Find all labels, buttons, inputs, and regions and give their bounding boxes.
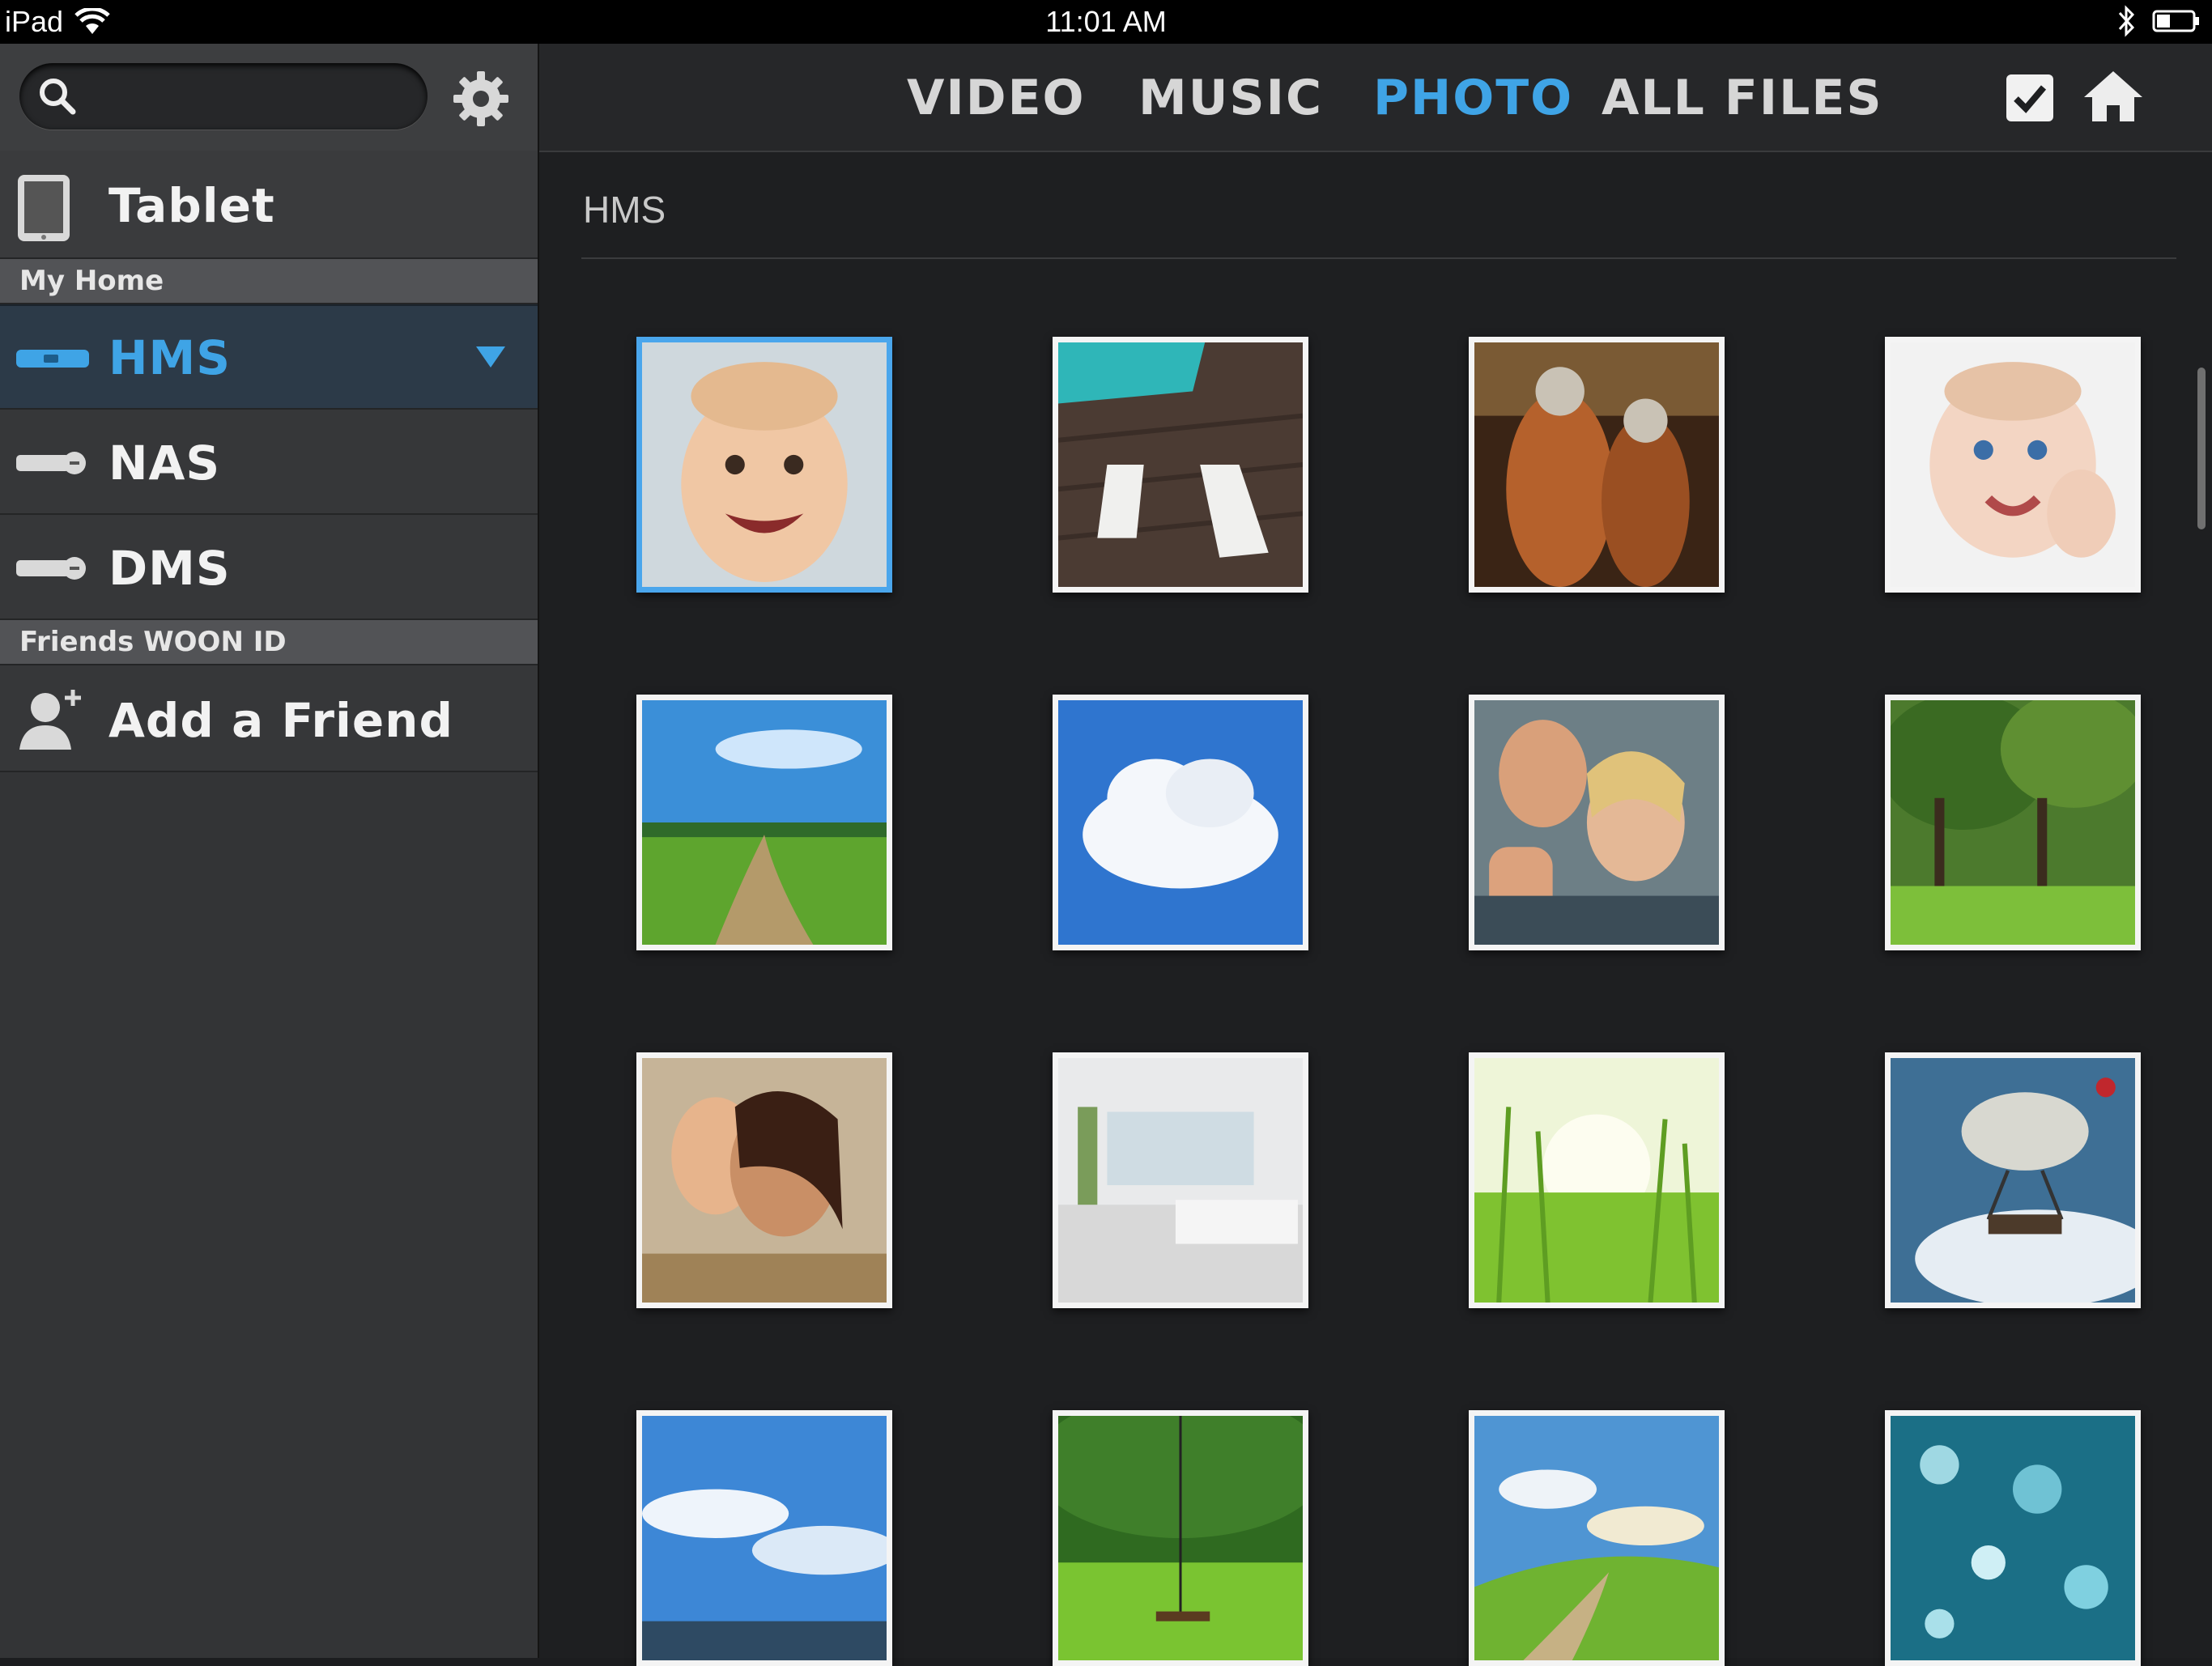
top-nav: VIDEO MUSIC PHOTO ALL FILES xyxy=(539,44,2212,152)
sidebar-item-label: HMS xyxy=(108,330,232,385)
checkmark-icon xyxy=(2014,85,2047,113)
bluetooth-icon xyxy=(2118,5,2135,37)
photo-thumbnail[interactable] xyxy=(1469,695,1725,950)
section-header-friends: Friends WOON ID xyxy=(0,620,538,665)
laughing-women-photo xyxy=(642,1058,887,1303)
photo-thumbnail[interactable] xyxy=(1469,1052,1725,1308)
search-icon xyxy=(40,79,76,115)
hills-path-photo xyxy=(1474,1416,1719,1660)
battery-icon xyxy=(2152,10,2199,32)
breadcrumb: HMS xyxy=(583,189,666,231)
photo-thumbnail[interactable] xyxy=(636,1052,892,1308)
sunlit-grass-photo xyxy=(1474,1058,1719,1303)
photo-thumbnail[interactable] xyxy=(1053,695,1308,950)
photo-thumbnail[interactable] xyxy=(1885,695,2141,950)
select-checkbox-icon[interactable] xyxy=(2006,74,2053,121)
firefighters-photo xyxy=(1474,342,1719,587)
sidebar-item-label: NAS xyxy=(108,436,221,491)
sidebar-item-label: DMS xyxy=(108,541,231,596)
sidebar-item-label: Add a Friend xyxy=(108,693,453,748)
server-device-icon xyxy=(16,350,89,368)
field-path-photo xyxy=(642,700,887,945)
server-link-icon xyxy=(16,452,86,474)
search-input[interactable] xyxy=(19,63,428,130)
tab-music[interactable]: MUSIC xyxy=(1138,70,1323,126)
baby-photo xyxy=(642,342,887,587)
add-friend-button[interactable]: Add a Friend xyxy=(0,665,538,772)
tab-photo[interactable]: PHOTO xyxy=(1373,70,1573,126)
photo-thumbnail[interactable] xyxy=(636,337,892,593)
tab-all-files[interactable]: ALL FILES xyxy=(1602,70,1883,126)
sidebar-item-tablet[interactable]: Tablet xyxy=(0,151,538,259)
expand-caret-icon[interactable] xyxy=(476,346,505,368)
photo-thumbnail[interactable] xyxy=(1885,337,2141,593)
status-time: 11:01 AM xyxy=(1045,5,1167,38)
status-bar: iPad 11:01 AM xyxy=(0,0,2212,44)
baby-cheek-photo xyxy=(1891,342,2135,587)
photo-thumbnail[interactable] xyxy=(1053,1052,1308,1308)
sidebar-toolbar xyxy=(0,44,538,152)
park-trees-photo xyxy=(1891,700,2135,945)
airship-photo xyxy=(1891,1058,2135,1303)
sidebar-item-label: Tablet xyxy=(108,178,275,233)
tab-video[interactable]: VIDEO xyxy=(907,70,1086,126)
cloud-photo xyxy=(1058,700,1303,945)
photo-thumbnail[interactable] xyxy=(636,1410,892,1666)
main-panel: VIDEO MUSIC PHOTO ALL FILES HMS xyxy=(539,44,2212,1666)
blue-bokeh-photo xyxy=(1891,1416,2135,1660)
sidebar-item-nas[interactable]: NAS xyxy=(0,410,538,515)
settings-gear-icon[interactable] xyxy=(450,68,512,130)
sidebar-item-dms[interactable]: DMS xyxy=(0,515,538,620)
living-room-photo xyxy=(1058,1058,1303,1303)
photo-thumbnail[interactable] xyxy=(1885,1410,2141,1666)
stadium-sky-photo xyxy=(642,1416,887,1660)
photo-thumbnail[interactable] xyxy=(1053,337,1308,593)
tablet-icon xyxy=(18,175,70,241)
server-link-icon xyxy=(16,557,86,580)
photo-thumbnail[interactable] xyxy=(636,695,892,950)
photo-thumbnail[interactable] xyxy=(1469,337,1725,593)
sidebar-item-hms[interactable]: HMS xyxy=(0,304,538,410)
divider xyxy=(581,257,2176,259)
pool-deck-photo xyxy=(1058,342,1303,587)
photo-thumbnail[interactable] xyxy=(1885,1052,2141,1308)
section-header-my-home: My Home xyxy=(0,259,538,304)
home-icon[interactable] xyxy=(2082,68,2144,125)
scrollbar[interactable] xyxy=(2197,368,2206,529)
friends-photo xyxy=(1474,700,1719,945)
garden-swing-photo xyxy=(1058,1416,1303,1660)
sidebar: Tablet My Home HMS NAS DMS Friends WOON … xyxy=(0,44,539,1658)
add-person-icon xyxy=(19,690,81,750)
photo-thumbnail[interactable] xyxy=(1053,1410,1308,1666)
photo-thumbnail[interactable] xyxy=(1469,1410,1725,1666)
status-right xyxy=(2116,5,2201,37)
